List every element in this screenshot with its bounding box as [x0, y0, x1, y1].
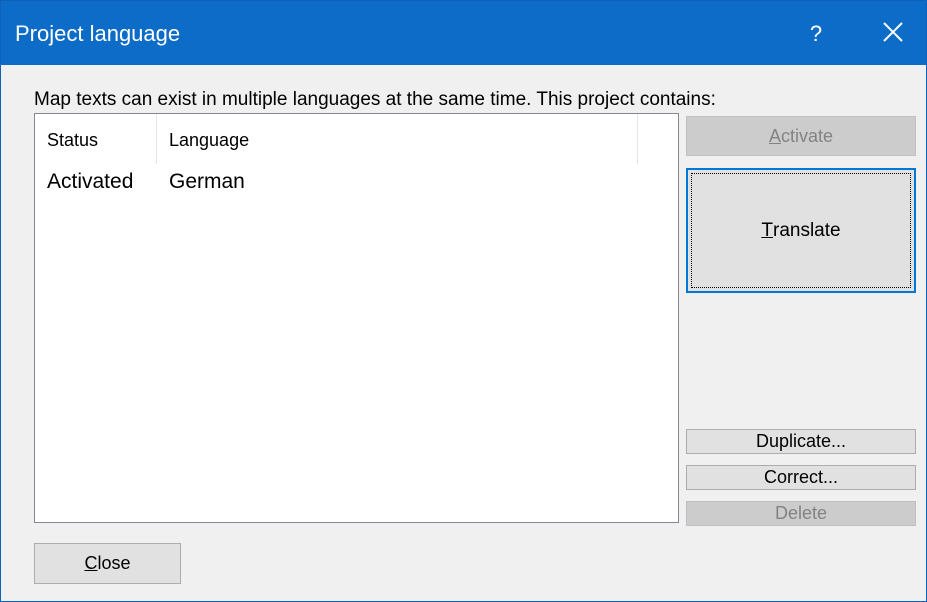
list-item-status: Activated: [47, 170, 134, 193]
activate-button[interactable]: Activate: [686, 116, 916, 156]
column-header-language[interactable]: Language: [157, 114, 638, 164]
list-item[interactable]: Activated German: [35, 170, 245, 200]
list-header: Status Language: [35, 114, 638, 164]
dialog-body: Map texts can exist in multiple language…: [1, 65, 926, 601]
translate-button[interactable]: Translate: [686, 168, 916, 293]
column-header-status[interactable]: Status: [35, 114, 157, 164]
duplicate-button[interactable]: Duplicate...: [686, 429, 916, 454]
help-button[interactable]: ?: [806, 21, 826, 47]
description-text: Map texts can exist in multiple language…: [34, 89, 716, 110]
list-item-language: German: [169, 170, 245, 193]
focus-rectangle: [691, 173, 911, 288]
activate-mnemonic: A: [768, 125, 781, 146]
activate-label-rest: ctivate: [780, 125, 834, 146]
close-mnemonic: C: [84, 553, 98, 573]
close-window-button[interactable]: [878, 17, 908, 47]
title-bar[interactable]: Project language ?: [1, 1, 926, 65]
close-label-rest: lose: [97, 553, 131, 573]
correct-button[interactable]: Correct...: [686, 465, 916, 490]
dialog-title: Project language: [15, 21, 181, 46]
language-list[interactable]: Status Language Activated German: [34, 113, 679, 523]
close-icon: [883, 22, 903, 42]
project-language-dialog: Project language ? Map texts can exist i…: [0, 0, 927, 602]
close-button[interactable]: Close: [34, 543, 181, 584]
delete-button[interactable]: Delete: [686, 501, 916, 526]
